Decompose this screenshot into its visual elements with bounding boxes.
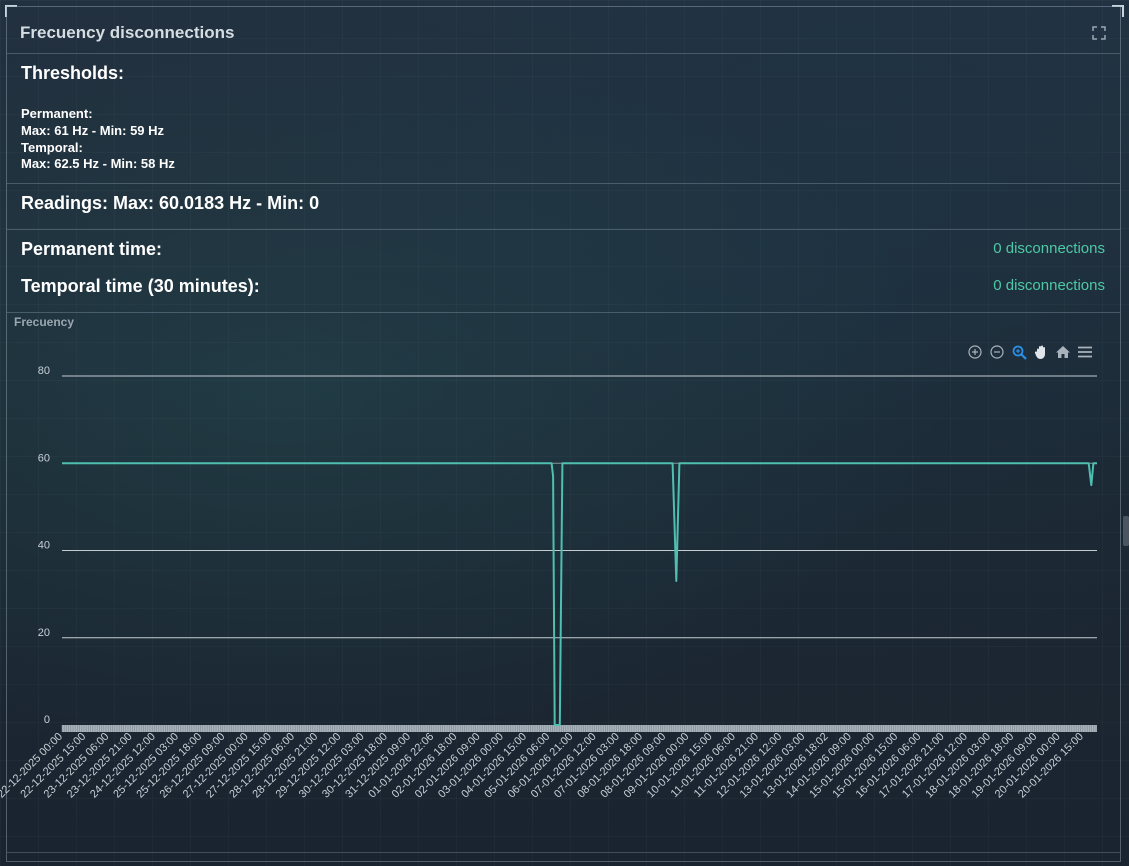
scrollbar-handle[interactable] <box>1123 516 1129 546</box>
y-tick-label: 20 <box>38 627 50 639</box>
y-tick-label: 80 <box>38 365 50 377</box>
y-tick-label: 40 <box>38 540 50 552</box>
frequency-chart[interactable]: 02040608022-12-2025 00:0022-12-2025 15:0… <box>0 0 1129 866</box>
series-line <box>62 462 1097 726</box>
y-tick-label: 0 <box>44 714 50 726</box>
y-tick-label: 60 <box>38 452 50 464</box>
